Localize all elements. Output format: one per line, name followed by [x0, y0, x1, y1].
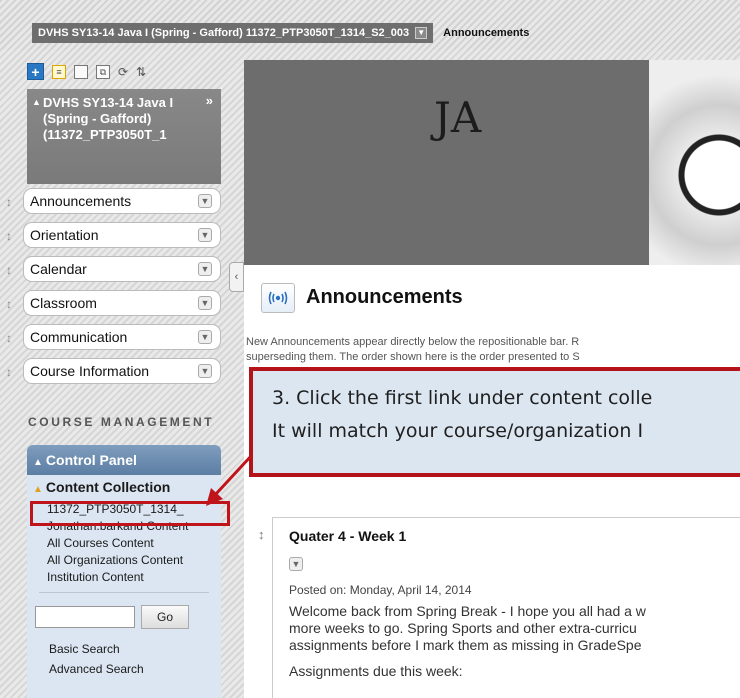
drag-handle-icon[interactable]: ↕: [6, 229, 12, 243]
list-view-icon[interactable]: ≡: [52, 64, 66, 79]
folder-view-icon[interactable]: [74, 64, 88, 79]
course-menu-row: ↕ Communication ▼: [0, 322, 228, 356]
drag-handle-icon[interactable]: ↕: [6, 297, 12, 311]
chevron-down-icon[interactable]: ▼: [289, 557, 303, 571]
hide-menu-icon[interactable]: »: [206, 93, 213, 109]
sidebar-item-label: Classroom: [30, 295, 97, 311]
chevron-down-icon[interactable]: ▼: [198, 364, 212, 378]
collapse-caret-icon: ▲: [32, 97, 41, 107]
course-menu: ↕ Announcements ▼ ↕ Orientation ▼ ↕ Cale…: [0, 186, 228, 390]
announcement-body-line: Welcome back from Spring Break - I hope …: [289, 603, 646, 619]
drag-handle-icon[interactable]: ↕: [6, 331, 12, 345]
drag-handle-icon[interactable]: ↕: [258, 527, 265, 542]
tutorial-callout: 3. Click the first link under content co…: [249, 367, 740, 477]
content-search-row: Go: [27, 605, 221, 629]
chevron-down-icon[interactable]: ▼: [415, 27, 428, 39]
course-banner: [244, 60, 740, 265]
drag-handle-icon[interactable]: ↕: [6, 263, 12, 277]
sidebar-item-label: Announcements: [30, 193, 132, 209]
collapse-menu-tab[interactable]: ‹: [229, 262, 244, 292]
announcements-icon: [261, 283, 295, 313]
announcement-due-heading: Assignments due this week:: [289, 663, 463, 679]
search-links: Basic Search Advanced Search: [27, 639, 221, 679]
breadcrumb-course-label: DVHS SY13-14 Java I (Spring - Gafford) 1…: [38, 27, 410, 39]
content-collection-label: Content Collection: [45, 479, 171, 495]
chevron-down-icon[interactable]: ▼: [198, 330, 212, 344]
course-title: DVHS SY13-14 Java I (Spring - Gafford) (…: [43, 95, 174, 142]
sidebar-item-communication[interactable]: Communication ▼: [23, 324, 221, 350]
page-instructions: New Announcements appear directly below …: [246, 335, 740, 367]
announcement-body-line: assignments before I mark them as missin…: [289, 637, 642, 653]
banner-logo-text: JA: [434, 93, 482, 142]
course-title-header[interactable]: ▲ DVHS SY13-14 Java I (Spring - Gafford)…: [27, 89, 221, 184]
breadcrumb-bar: DVHS SY13-14 Java I (Spring - Gafford) 1…: [0, 0, 740, 50]
sidebar-item-label: Communication: [30, 329, 128, 345]
advanced-search-link[interactable]: Advanced Search: [27, 659, 221, 679]
announcement-title[interactable]: Quater 4 - Week 1: [289, 528, 406, 544]
chevron-down-icon[interactable]: ▼: [198, 296, 212, 310]
refresh-icon[interactable]: ⟳: [118, 65, 128, 79]
course-menu-row: ↕ Announcements ▼: [0, 186, 228, 220]
divider: [39, 592, 209, 593]
chevron-down-icon[interactable]: ▼: [198, 262, 212, 276]
sidebar-item-orientation[interactable]: Orientation ▼: [23, 222, 221, 248]
highlight-box: [30, 501, 230, 526]
announcement-body: Welcome back from Spring Break - I hope …: [289, 603, 740, 654]
banner-image: [649, 60, 740, 265]
announcement-posted-date: Posted on: Monday, April 14, 2014: [289, 583, 472, 597]
sidebar-item-announcements[interactable]: Announcements ▼: [23, 188, 221, 214]
chevron-down-icon[interactable]: ▼: [198, 194, 212, 208]
course-menu-row: ↕ Orientation ▼: [0, 220, 228, 254]
sidebar-item-course-information[interactable]: Course Information ▼: [23, 358, 221, 384]
collapse-caret-icon: ▲: [33, 484, 43, 495]
all-courses-content-link[interactable]: All Courses Content: [27, 535, 221, 552]
content-collection-header[interactable]: ▲ Content Collection: [33, 478, 221, 496]
course-menu-column: + ≡ ⧉ ⟳ ⇅ ▲ DVHS SY13-14 Java I (Spring …: [0, 55, 228, 698]
institution-content-link[interactable]: Institution Content: [27, 569, 221, 586]
menu-toolbar: + ≡ ⧉ ⟳ ⇅: [27, 63, 146, 80]
sidebar-item-label: Orientation: [30, 227, 99, 243]
sidebar-item-classroom[interactable]: Classroom ▼: [23, 290, 221, 316]
drag-handle-icon[interactable]: ↕: [6, 365, 12, 379]
all-organizations-content-link[interactable]: All Organizations Content: [27, 552, 221, 569]
control-panel-label: Control Panel: [45, 452, 137, 468]
collapse-caret-icon: ▲: [33, 457, 43, 468]
basic-search-link[interactable]: Basic Search: [27, 639, 221, 659]
instructions-line: superseding them. The order shown here i…: [246, 351, 580, 363]
course-menu-row: ↕ Classroom ▼: [0, 288, 228, 322]
add-menu-item-button[interactable]: +: [27, 63, 44, 80]
announcement-body-line: more weeks to go. Spring Sports and othe…: [289, 620, 637, 636]
page-title: Announcements: [306, 286, 463, 308]
sidebar-item-label: Calendar: [30, 261, 87, 277]
drag-handle-icon[interactable]: ↕: [6, 195, 12, 209]
breadcrumb-current: Announcements: [443, 27, 530, 39]
control-panel-header[interactable]: ▲ Control Panel: [27, 445, 221, 475]
go-button[interactable]: Go: [141, 605, 189, 629]
search-input[interactable]: [35, 606, 135, 628]
callout-line: 3. Click the first link under content co…: [272, 387, 653, 409]
course-menu-row: ↕ Course Information ▼: [0, 356, 228, 390]
instructions-line: New Announcements appear directly below …: [246, 336, 580, 348]
callout-line: It will match your course/organization I: [272, 420, 644, 442]
breadcrumb: DVHS SY13-14 Java I (Spring - Gafford) 1…: [32, 23, 529, 43]
course-menu-row: ↕ Calendar ▼: [0, 254, 228, 288]
course-management-heading: COURSE MANAGEMENT: [28, 415, 215, 429]
sidebar-item-calendar[interactable]: Calendar ▼: [23, 256, 221, 282]
sort-icon[interactable]: ⇅: [136, 65, 146, 79]
new-window-icon[interactable]: ⧉: [96, 64, 110, 79]
course-management-panel: ▲ Control Panel ▲ Content Collection 11372…: [27, 445, 221, 698]
chevron-down-icon[interactable]: ▼: [198, 228, 212, 242]
sidebar-item-label: Course Information: [30, 363, 150, 379]
breadcrumb-course-link[interactable]: DVHS SY13-14 Java I (Spring - Gafford) 1…: [32, 23, 434, 43]
